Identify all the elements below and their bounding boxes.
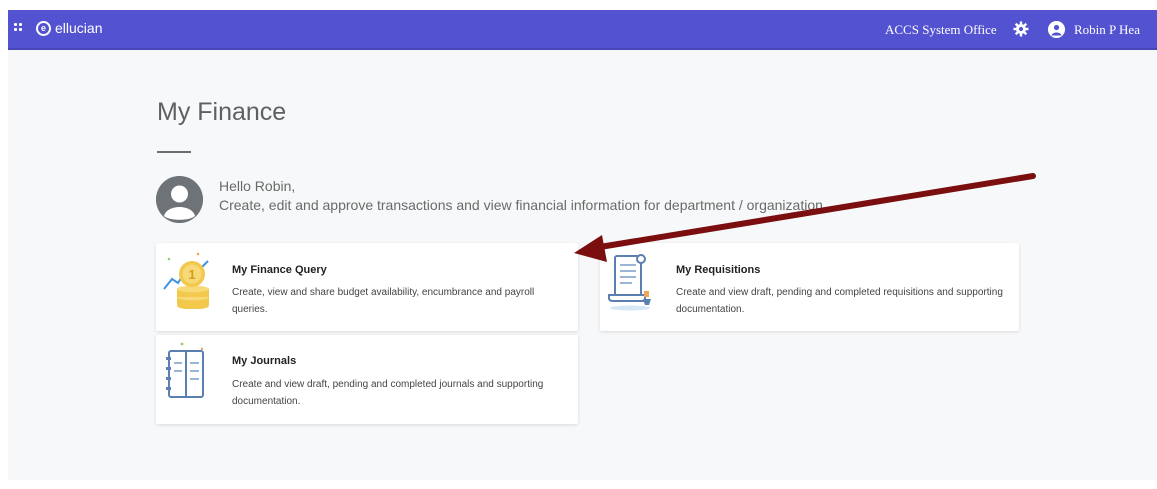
ellucian-logo[interactable]: e ellucian <box>36 20 102 36</box>
card-title[interactable]: My Requisitions <box>676 264 760 276</box>
user-name[interactable]: Robin P Hea <box>1074 22 1140 38</box>
requisition-scroll-icon <box>608 254 651 311</box>
ellucian-logo-icon: e <box>36 20 51 36</box>
greeting-text: Hello Robin, <box>219 178 296 194</box>
top-navigation-bar: e ellucian ACCS System Office Robin P He… <box>8 10 1157 48</box>
page-title: My Finance <box>157 98 287 126</box>
avatar <box>156 176 203 223</box>
card-description: Create and view draft, pending and compl… <box>232 379 544 407</box>
finance-query-card[interactable]: 1 My Finance Query Create, view and shar… <box>156 243 578 331</box>
app-window: e ellucian ACCS System Office Robin P He… <box>8 10 1157 480</box>
coins-chart-icon: 1 <box>163 252 209 309</box>
card-title[interactable]: My Journals <box>232 355 296 367</box>
card-description: Create and view draft, pending and compl… <box>676 287 1003 315</box>
app-grid-icon[interactable] <box>14 23 24 33</box>
title-underline <box>157 151 191 153</box>
office-name[interactable]: ACCS System Office <box>885 22 997 38</box>
svg-text:1: 1 <box>188 267 195 282</box>
card-title[interactable]: My Finance Query <box>232 264 327 276</box>
screenshot-frame: e ellucian ACCS System Office Robin P He… <box>0 0 1157 489</box>
requisitions-card[interactable]: My Requisitions Create and view draft, p… <box>600 243 1019 331</box>
journal-book-icon <box>166 342 204 398</box>
header-divider <box>8 48 1157 50</box>
journals-card[interactable]: My Journals Create and view draft, pendi… <box>156 335 578 424</box>
user-profile-icon[interactable] <box>1048 21 1065 38</box>
page-description: Create, edit and approve transactions an… <box>219 197 827 213</box>
brand-name: ellucian <box>55 20 103 36</box>
gear-icon[interactable] <box>1013 21 1029 37</box>
card-description: Create, view and share budget availabili… <box>232 287 535 315</box>
